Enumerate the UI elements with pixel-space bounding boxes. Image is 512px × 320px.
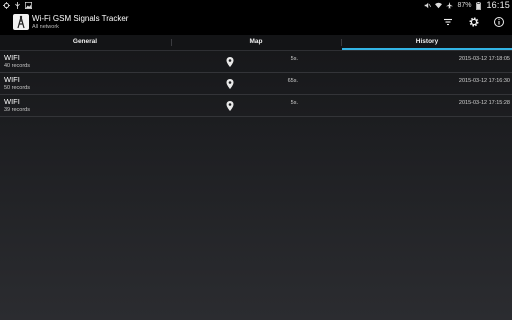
battery-percent: 87%	[457, 2, 472, 9]
row-date: 2015-03-12 17:16:30	[458, 78, 510, 84]
action-bar: Wi-Fi GSM Signals Tracker All network	[0, 11, 512, 35]
map-pin-icon[interactable]	[226, 76, 234, 89]
status-system: 87% 16:15	[424, 0, 510, 11]
tab-bar: General Map History	[0, 35, 512, 51]
mute-icon	[424, 2, 432, 9]
battery-icon	[475, 2, 482, 10]
history-row[interactable]: WIFI 39 records 5s. 2015-03-12 17:15:28	[0, 95, 512, 117]
tab-selected-indicator	[342, 48, 512, 50]
row-date: 2015-03-12 17:15:28	[458, 100, 510, 106]
usb-icon	[14, 2, 21, 9]
row-record-count: 39 records	[4, 107, 30, 113]
history-row[interactable]: WIFI 40 records 5s. 2015-03-12 17:18:05	[0, 51, 512, 73]
app-logo-icon[interactable]	[13, 14, 29, 30]
clock: 16:15	[486, 0, 510, 10]
app-title: Wi-Fi GSM Signals Tracker	[32, 14, 129, 23]
map-pin-icon[interactable]	[226, 98, 234, 111]
image-icon	[25, 2, 32, 9]
map-pin-icon[interactable]	[226, 54, 234, 67]
info-icon[interactable]	[492, 15, 506, 29]
row-record-count: 40 records	[4, 63, 30, 69]
wifi-icon	[435, 2, 443, 9]
tab-map[interactable]: Map	[171, 35, 341, 50]
row-network-type: WIFI	[4, 53, 20, 62]
history-row[interactable]: WIFI 50 records 65s. 2015-03-12 17:16:30	[0, 73, 512, 95]
app-subtitle: All network	[32, 24, 59, 30]
row-duration: 5s.	[290, 100, 298, 106]
row-duration: 5s.	[290, 56, 298, 62]
tab-general[interactable]: General	[0, 35, 170, 50]
airplane-icon	[446, 2, 454, 9]
gps-icon	[3, 2, 10, 9]
status-notifications	[3, 0, 32, 11]
row-duration: 65s.	[287, 78, 298, 84]
row-record-count: 50 records	[4, 85, 30, 91]
row-network-type: WIFI	[4, 75, 20, 84]
status-bar: 87% 16:15	[0, 0, 512, 11]
settings-icon[interactable]	[467, 15, 481, 29]
row-date: 2015-03-12 17:18:05	[458, 56, 510, 62]
filter-icon[interactable]	[441, 15, 455, 29]
row-network-type: WIFI	[4, 97, 20, 106]
